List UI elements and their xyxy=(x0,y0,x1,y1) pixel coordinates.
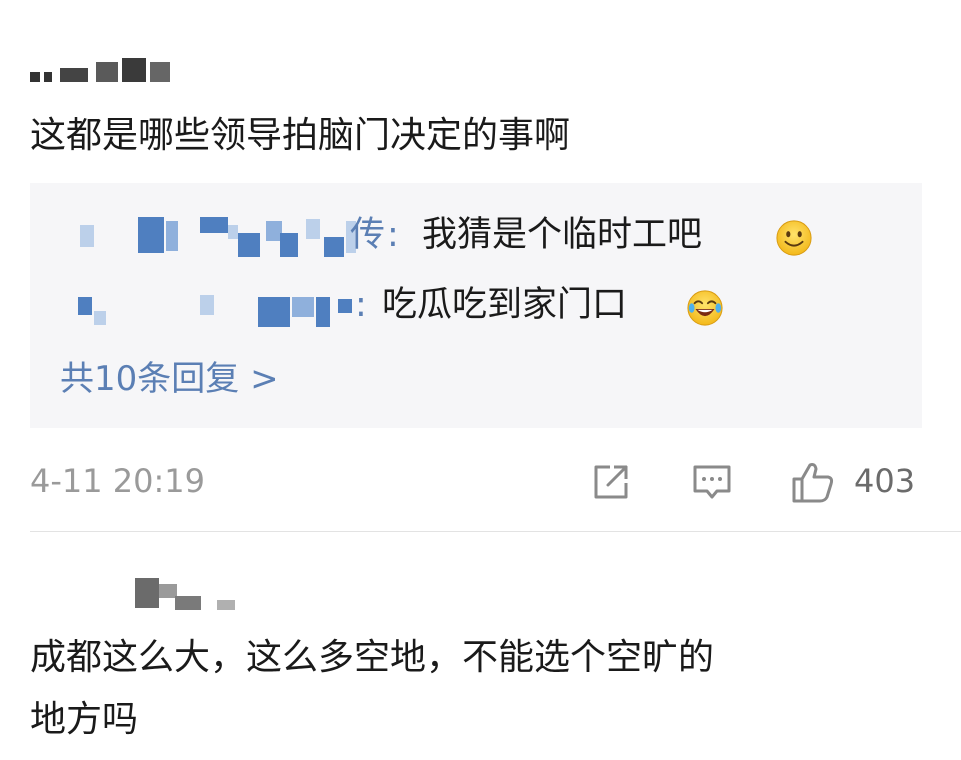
reply-separator: : xyxy=(355,285,367,325)
comment-icon[interactable] xyxy=(689,459,735,505)
reply-item[interactable]: 传 : 我猜是个临时工吧 xyxy=(30,211,922,259)
reply-username-redacted[interactable] xyxy=(70,287,360,327)
comment-text-line: 地方吗 xyxy=(30,699,139,740)
reply-preview-box[interactable]: 传 : 我猜是个临时工吧: 吃瓜吃到家门口 共10条回复 > xyxy=(30,183,922,428)
laugh-cry-emoji xyxy=(687,290,723,326)
comment-divider xyxy=(30,531,961,532)
like-count: 403 xyxy=(854,462,916,500)
comment-text: 这都是哪些领导拍脑门决定的事啊 xyxy=(30,115,571,156)
reply-text: 吃瓜吃到家门口 xyxy=(382,285,628,325)
comment-footer: 4-11 20:19 403 xyxy=(0,455,961,507)
reply-text: 我猜是个临时工吧 xyxy=(422,215,703,255)
reply-separator: : xyxy=(387,215,399,255)
comment-text-line: 成都这么大，这么多空地，不能选个空旷的 xyxy=(30,637,715,678)
reply-item[interactable]: : 吃瓜吃到家门口 xyxy=(30,281,922,329)
username-redacted[interactable] xyxy=(30,58,190,84)
reply-username-redacted[interactable] xyxy=(70,217,360,257)
comment-feed: 这都是哪些领导拍脑门决定的事啊 传 : 我猜是个临时工吧: 吃瓜吃到家门口 共… xyxy=(0,0,961,760)
reply-name-suffix[interactable]: 传 xyxy=(350,211,385,259)
comment-item: 这都是哪些领导拍脑门决定的事啊 传 : 我猜是个临时工吧: 吃瓜吃到家门口 共… xyxy=(0,0,961,532)
comment-timestamp: 4-11 20:19 xyxy=(30,462,206,500)
smile-emoji xyxy=(776,220,812,256)
share-icon[interactable] xyxy=(588,459,634,505)
thumbs-up-icon[interactable] xyxy=(790,459,836,505)
username-redacted[interactable] xyxy=(135,578,245,612)
more-replies-link[interactable]: 共10条回复 > xyxy=(60,355,279,403)
